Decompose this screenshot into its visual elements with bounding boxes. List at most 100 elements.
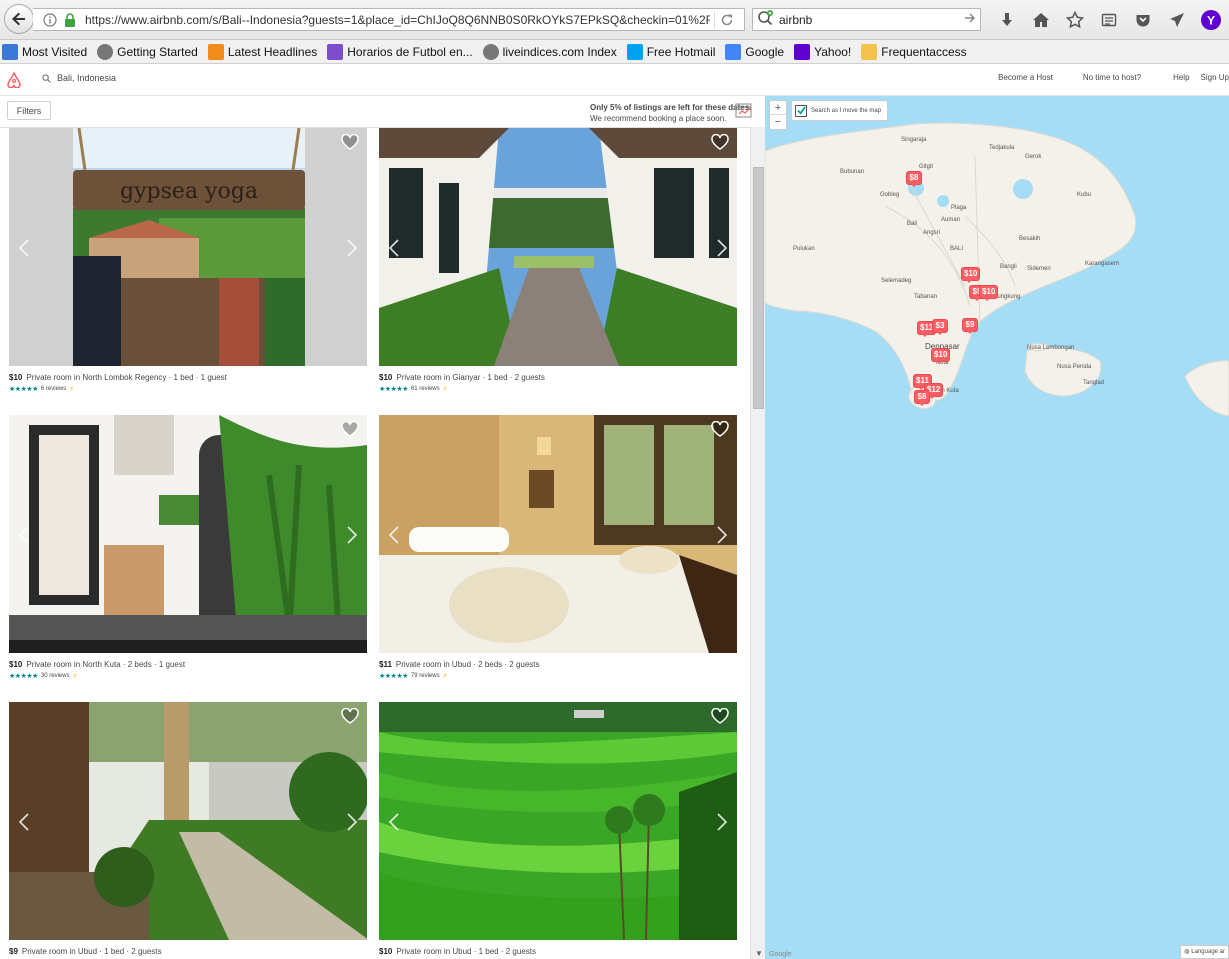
bookmark-item[interactable]: liveindices.com Index <box>482 43 617 60</box>
search-engine-icon[interactable] <box>757 10 775 29</box>
search-as-move-toggle[interactable]: Search as I move the map <box>791 100 889 121</box>
prev-photo-icon[interactable] <box>387 812 401 832</box>
search-query[interactable]: airbnb <box>779 13 964 27</box>
next-photo-icon[interactable] <box>345 525 359 545</box>
listing-title[interactable]: $11 Private room in Ubud · 2 beds · 2 gue… <box>379 660 737 669</box>
prev-photo-icon[interactable] <box>387 525 401 545</box>
home-icon[interactable] <box>1024 8 1058 32</box>
next-photo-icon[interactable] <box>715 525 729 545</box>
listing-title[interactable]: $10 Private room in Ubud · 1 bed · 2 gues… <box>379 947 737 956</box>
prev-photo-icon[interactable] <box>17 812 31 832</box>
search-as-move-checkbox[interactable] <box>795 104 807 117</box>
listing-title[interactable]: $10 Private room in Gianyar · 1 bed · 2 g… <box>379 373 737 382</box>
site-search-location[interactable]: Bali, Indonesia <box>57 73 116 83</box>
send-icon[interactable] <box>1160 8 1194 32</box>
listing-photo[interactable] <box>9 415 367 653</box>
listings-scrollbar[interactable]: ▼ <box>750 127 765 959</box>
heart-icon[interactable] <box>341 134 359 150</box>
listing-card[interactable]: $9 Private room in Ubud · 1 bed · 2 guest… <box>9 702 367 956</box>
listing-card[interactable]: gypsea yoga $10 Private room in North Lom… <box>9 128 367 393</box>
no-time-to-host-link[interactable]: No time to host? <box>1083 73 1141 82</box>
globe-icon <box>97 43 114 60</box>
listing-description: Private room in Ubud · 1 bed · 2 guests <box>396 947 536 956</box>
map-label: Gerok <box>1025 154 1042 160</box>
listing-card[interactable]: $11 Private room in Ubud · 2 beds · 2 gue… <box>379 415 737 680</box>
bookmark-item[interactable]: Frequentaccess <box>861 43 967 60</box>
map-price-pin[interactable]: $10 <box>980 286 998 301</box>
scrollbar-thumb[interactable] <box>753 167 764 409</box>
prev-photo-icon[interactable] <box>387 238 401 258</box>
become-host-link[interactable]: Become a Host <box>998 73 1053 82</box>
scarcity-notice: Only 5% of listings are left for these d… <box>590 102 751 124</box>
heart-icon[interactable] <box>711 708 729 724</box>
map-label: Kubu <box>1077 192 1092 198</box>
bookmark-item[interactable]: Free Hotmail <box>626 43 715 60</box>
reading-list-icon[interactable] <box>1092 8 1126 32</box>
map-price-pin[interactable]: $9 <box>963 319 977 334</box>
listing-title[interactable]: $10 Private room in North Lombok Regency … <box>9 373 367 382</box>
next-photo-icon[interactable] <box>715 812 729 832</box>
bookmark-item[interactable]: Getting Started <box>97 43 198 60</box>
bookmark-item[interactable]: Horarios de Futbol en... <box>327 43 473 60</box>
listing-card[interactable]: $10 Private room in Ubud · 1 bed · 2 gues… <box>379 702 737 956</box>
pocket-icon[interactable] <box>1126 8 1160 32</box>
instant-book-icon: ⚡ <box>442 386 448 393</box>
listing-photo[interactable] <box>9 702 367 940</box>
review-count: 61 reviews <box>410 386 440 392</box>
reload-icon[interactable] <box>715 13 739 27</box>
bookmark-star-icon[interactable] <box>1058 8 1092 32</box>
map-price-pin[interactable]: $8 <box>907 172 921 187</box>
url-text[interactable]: https://www.airbnb.com/s/Bali--Indonesia… <box>85 13 710 27</box>
heart-icon[interactable] <box>711 134 729 150</box>
listing-photo[interactable] <box>379 702 737 940</box>
search-go-icon[interactable] <box>964 12 976 27</box>
bookmark-label: Horarios de Futbol en... <box>347 44 473 59</box>
heart-icon[interactable] <box>341 708 359 724</box>
language-button[interactable]: ◍ Language ar <box>1180 945 1229 959</box>
bookmark-item[interactable]: Yahoo! <box>794 43 851 60</box>
listing-title[interactable]: $10 Private room in North Kuta · 2 beds ·… <box>9 660 367 669</box>
listing-card[interactable]: $10 Private room in North Kuta · 2 beds ·… <box>9 415 367 680</box>
map-zoom-control[interactable]: + − <box>769 100 787 130</box>
heart-icon[interactable] <box>341 421 359 437</box>
sign-up-link[interactable]: Sign Up <box>1201 73 1229 82</box>
lock-icon[interactable] <box>61 11 79 29</box>
next-photo-icon[interactable] <box>345 812 359 832</box>
prev-photo-icon[interactable] <box>17 525 31 545</box>
google-attribution[interactable]: Google <box>769 951 792 958</box>
bookmark-item[interactable]: Google <box>725 43 784 60</box>
prev-photo-icon[interactable] <box>17 238 31 258</box>
scroll-down-icon[interactable]: ▼ <box>754 949 764 959</box>
notice-subtext: We recommend booking a place soon. <box>590 114 727 123</box>
map-price-pin[interactable]: $8 <box>915 391 929 406</box>
listing-title[interactable]: $9 Private room in Ubud · 1 bed · 2 guest… <box>9 947 367 956</box>
listing-card[interactable]: $10 Private room in Gianyar · 1 bed · 2 g… <box>379 128 737 393</box>
map-price-pin[interactable]: $10 <box>962 268 980 283</box>
next-photo-icon[interactable] <box>715 238 729 258</box>
url-bar[interactable]: https://www.airbnb.com/s/Bali--Indonesia… <box>33 8 745 31</box>
search-bar[interactable]: airbnb <box>752 8 981 31</box>
zoom-in-button[interactable]: + <box>770 101 786 115</box>
zoom-out-button[interactable]: − <box>770 115 786 129</box>
bookmark-item[interactable]: Latest Headlines <box>207 43 317 60</box>
map-label: Tabanan <box>914 294 938 300</box>
site-search[interactable]: Bali, Indonesia <box>42 73 116 83</box>
map[interactable]: + − Search as I move the map Tedjakula G… <box>765 96 1229 959</box>
listing-description: Private room in Gianyar · 1 bed · 2 gues… <box>396 373 545 382</box>
back-button[interactable] <box>4 4 34 34</box>
map-price-pin[interactable]: $3 <box>933 320 947 335</box>
listing-photo[interactable] <box>379 415 737 653</box>
yahoo-icon[interactable]: Y <box>1194 8 1228 32</box>
map-price-pin[interactable]: $10 <box>932 349 950 364</box>
download-icon[interactable] <box>990 8 1024 32</box>
listing-photo[interactable] <box>379 128 737 366</box>
help-link[interactable]: Help <box>1173 73 1189 82</box>
filters-button[interactable]: Filters <box>7 101 51 120</box>
listing-description: Private room in Ubud · 1 bed · 2 guests <box>21 947 162 956</box>
airbnb-logo-icon[interactable] <box>7 72 21 88</box>
bookmark-item[interactable]: Most Visited <box>2 43 87 60</box>
heart-icon[interactable] <box>711 421 729 437</box>
listing-photo[interactable]: gypsea yoga <box>9 128 367 366</box>
next-photo-icon[interactable] <box>345 238 359 258</box>
info-icon[interactable] <box>41 11 59 29</box>
